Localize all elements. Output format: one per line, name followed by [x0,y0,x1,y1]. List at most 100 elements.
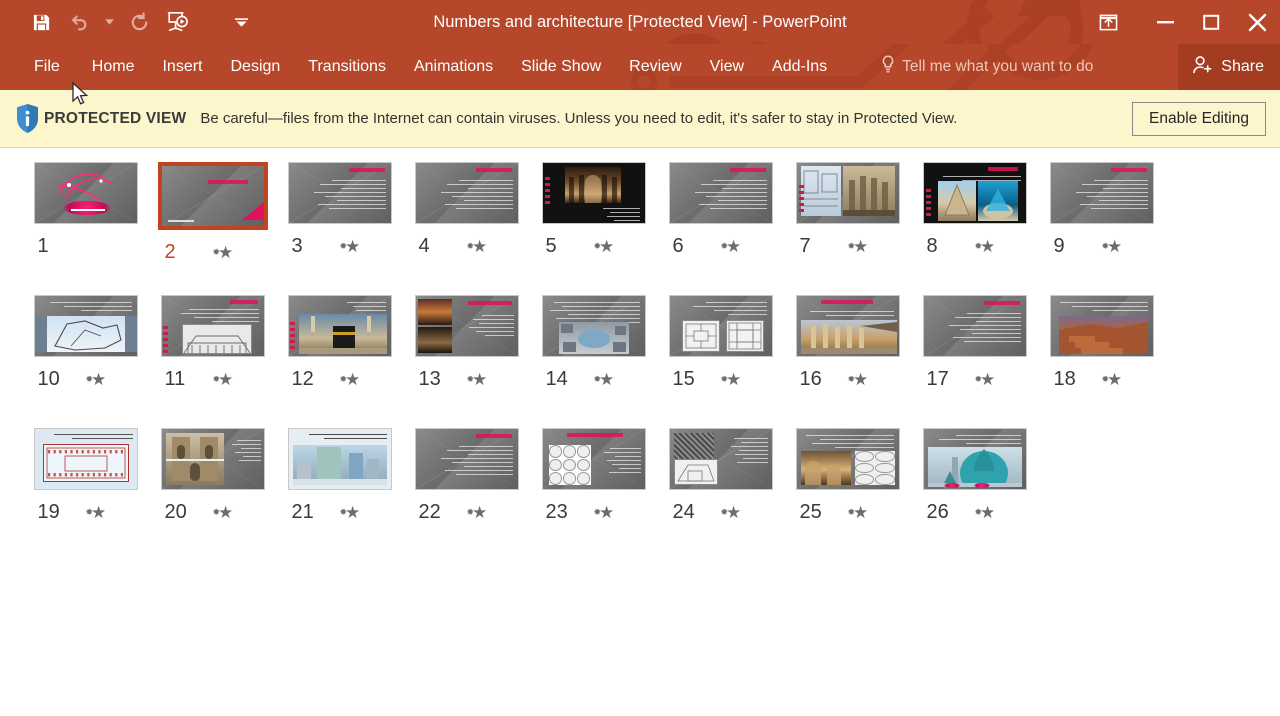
animation-star-icon[interactable]: ✹★ [846,238,869,255]
ribbon-tab-view[interactable]: View [696,44,758,90]
animation-star-icon[interactable]: ✹★ [1100,238,1123,255]
animation-star-icon[interactable]: ✹★ [592,238,615,255]
slide-thumbnail-1[interactable]: 1 [22,162,149,295]
slide-thumbnail-7[interactable]: 7 ✹★ [784,162,911,295]
animation-star-icon[interactable]: ✹★ [973,238,996,255]
slide-thumbnail-14[interactable]: 14 ✹★ [530,295,657,428]
close-icon[interactable] [1234,0,1280,44]
slide-thumbnail-23[interactable]: 23 ✹★ [530,428,657,561]
restore-icon[interactable] [1188,0,1234,44]
animation-star-icon[interactable]: ✹★ [592,371,615,388]
slide-preview-23[interactable] [541,428,646,490]
slide-preview-15[interactable] [668,295,773,357]
slide-thumbnail-6[interactable]: 6 ✹★ [657,162,784,295]
animation-star-icon[interactable]: ✹★ [465,371,488,388]
animation-star-icon[interactable]: ✹★ [338,371,361,388]
ribbon-tab-review[interactable]: Review [615,44,695,90]
slide-preview-10[interactable] [33,295,138,357]
window-controls[interactable] [1074,0,1280,44]
slide-preview-17[interactable] [922,295,1027,357]
ribbon-tab-add-ins[interactable]: Add-Ins [758,44,841,90]
ribbon-tab-insert[interactable]: Insert [148,44,216,90]
slide-thumbnail-26[interactable]: 26 ✹★ [911,428,1038,561]
slide-thumbnail-20[interactable]: 20 ✹★ [149,428,276,561]
slide-preview-7[interactable] [795,162,900,224]
minimize-icon[interactable] [1142,0,1188,44]
animation-star-icon[interactable]: ✹★ [84,504,107,521]
slide-preview-12[interactable] [287,295,392,357]
slide-thumbnail-8[interactable]: 8 ✹★ [911,162,1038,295]
tell-me-search[interactable]: Tell me what you want to do [881,55,1093,79]
slide-thumbnail-19[interactable]: 19 ✹★ [22,428,149,561]
animation-star-icon[interactable]: ✹★ [719,238,742,255]
ribbon-tab-transitions[interactable]: Transitions [294,44,400,90]
animation-star-icon[interactable]: ✹★ [1100,371,1123,388]
animation-star-icon[interactable]: ✹★ [211,371,234,388]
animation-star-icon[interactable]: ✹★ [846,504,869,521]
ribbon-tab-animations[interactable]: Animations [400,44,507,90]
slide-preview-8[interactable] [922,162,1027,224]
redo-icon[interactable] [120,2,158,42]
animation-star-icon[interactable]: ✹★ [973,504,996,521]
undo-dropdown-icon[interactable] [98,2,120,42]
slide-thumbnail-21[interactable]: 21 ✹★ [276,428,403,561]
save-icon[interactable] [22,2,60,42]
slide-thumbnail-15[interactable]: 15 ✹★ [657,295,784,428]
slide-preview-6[interactable] [668,162,773,224]
slide-preview-5[interactable] [541,162,646,224]
slide-preview-1[interactable] [33,162,138,224]
slide-preview-14[interactable] [541,295,646,357]
slide-thumbnail-11[interactable]: 11 ✹★ [149,295,276,428]
enable-editing-button[interactable]: Enable Editing [1132,101,1266,136]
slide-preview-20[interactable] [160,428,265,490]
slide-thumbnail-17[interactable]: 17 ✹★ [911,295,1038,428]
animation-star-icon[interactable]: ✹★ [973,371,996,388]
slide-preview-9[interactable] [1049,162,1154,224]
slide-thumbnail-25[interactable]: 25 ✹★ [784,428,911,561]
slide-preview-22[interactable] [414,428,519,490]
ribbon-tab-file[interactable]: File [16,44,78,90]
animation-star-icon[interactable]: ✹★ [338,504,361,521]
slide-preview-19[interactable] [33,428,138,490]
ribbon-tab-design[interactable]: Design [216,44,294,90]
slide-thumbnail-13[interactable]: 13 ✹★ [403,295,530,428]
quick-access-toolbar[interactable] [0,0,260,44]
ribbon-tab-slide-show[interactable]: Slide Show [507,44,615,90]
customize-quick-access-toolbar-icon[interactable] [222,2,260,42]
slide-preview-26[interactable] [922,428,1027,490]
slide-preview-2[interactable] [157,162,268,230]
animation-star-icon[interactable]: ✹★ [211,244,234,261]
slide-thumbnail-5[interactable]: 5 ✹★ [530,162,657,295]
slide-thumbnail-18[interactable]: 18 ✹★ [1038,295,1165,428]
slide-sorter-pane[interactable]: 1 2 ✹★ 3 ✹★ 4 ✹★ 5 ✹★ 6 ✹★ 7 ✹★ 8 ✹★ 9 ✹★ 10 ✹★ 11 ✹★ 12 ✹★ 13 ✹… [0,82,1280,716]
slide-thumbnail-24[interactable]: 24 ✹★ [657,428,784,561]
slide-preview-18[interactable] [1049,295,1154,357]
slide-preview-4[interactable] [414,162,519,224]
slide-preview-16[interactable] [795,295,900,357]
slide-thumbnail-10[interactable]: 10 ✹★ [22,295,149,428]
start-from-beginning-icon[interactable] [158,2,196,42]
animation-star-icon[interactable]: ✹★ [84,371,107,388]
animation-star-icon[interactable]: ✹★ [719,371,742,388]
animation-star-icon[interactable]: ✹★ [211,504,234,521]
slide-preview-21[interactable] [287,428,392,490]
animation-star-icon[interactable]: ✹★ [338,238,361,255]
ribbon-tab-home[interactable]: Home [78,44,149,90]
animation-star-icon[interactable]: ✹★ [592,504,615,521]
animation-star-icon[interactable]: ✹★ [719,504,742,521]
share-button[interactable]: Share [1178,44,1280,90]
slide-preview-3[interactable] [287,162,392,224]
slide-thumbnail-3[interactable]: 3 ✹★ [276,162,403,295]
slide-preview-24[interactable] [668,428,773,490]
slide-thumbnail-4[interactable]: 4 ✹★ [403,162,530,295]
slide-preview-11[interactable] [160,295,265,357]
slide-thumbnail-16[interactable]: 16 ✹★ [784,295,911,428]
slide-preview-25[interactable] [795,428,900,490]
ribbon-display-options-icon[interactable] [1074,0,1142,44]
animation-star-icon[interactable]: ✹★ [465,238,488,255]
slide-thumbnail-22[interactable]: 22 ✹★ [403,428,530,561]
slide-thumbnail-12[interactable]: 12 ✹★ [276,295,403,428]
slide-thumbnail-2[interactable]: 2 ✹★ [149,162,276,295]
slide-preview-13[interactable] [414,295,519,357]
slide-thumbnail-9[interactable]: 9 ✹★ [1038,162,1165,295]
